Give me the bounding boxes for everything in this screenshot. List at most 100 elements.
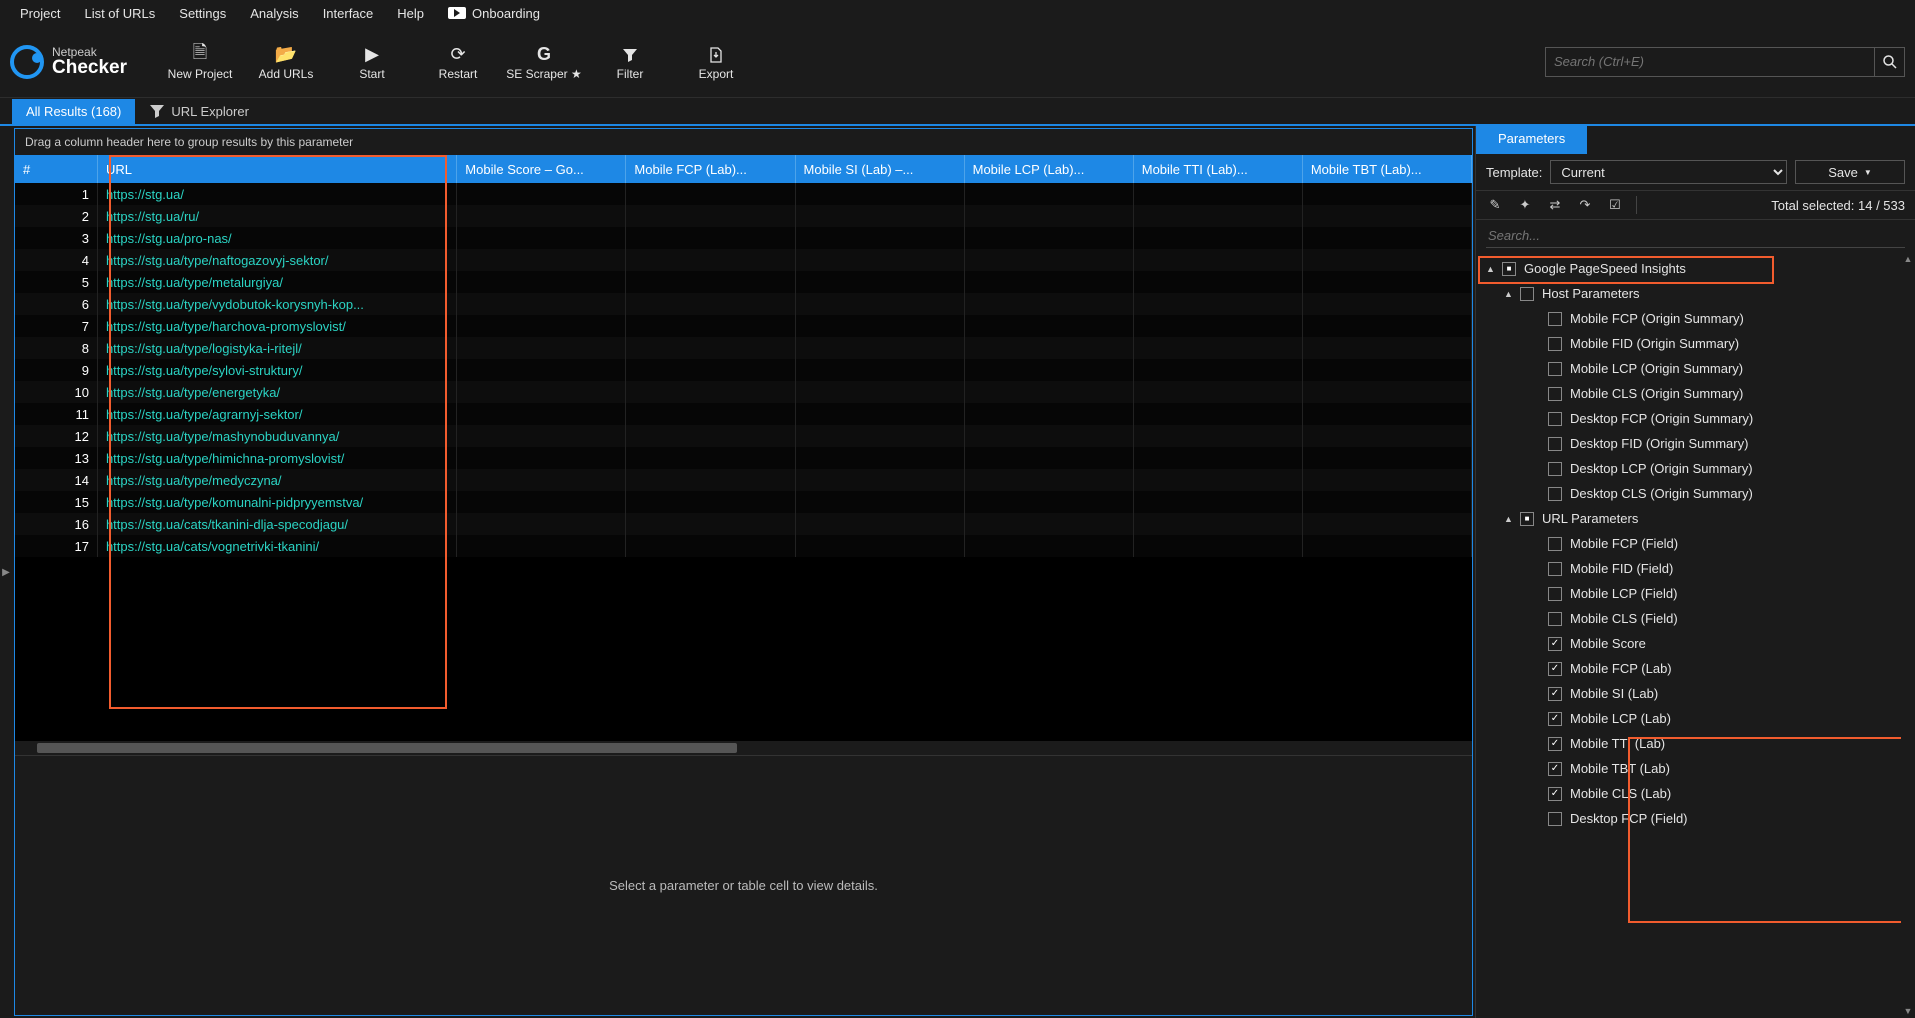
- tree-url-lab-5[interactable]: Mobile TBT (Lab): [1476, 756, 1913, 781]
- url-link[interactable]: https://stg.ua/pro-nas/: [106, 231, 232, 246]
- row-url-cell[interactable]: https://stg.ua/type/komunalni-pidpryyems…: [97, 491, 456, 513]
- parameter-search-input[interactable]: [1486, 224, 1905, 248]
- tab-parameters[interactable]: Parameters: [1476, 126, 1587, 154]
- url-link[interactable]: https://stg.ua/type/agrarnyj-sektor/: [106, 407, 303, 422]
- tree-url-lab-1[interactable]: Mobile FCP (Lab): [1476, 656, 1913, 681]
- table-row[interactable]: 10https://stg.ua/type/energetyka/: [15, 381, 1472, 403]
- checkbox[interactable]: [1548, 387, 1562, 401]
- checkbox[interactable]: [1548, 762, 1562, 776]
- row-url-cell[interactable]: https://stg.ua/type/logistyka-i-ritejl/: [97, 337, 456, 359]
- table-row[interactable]: 8https://stg.ua/type/logistyka-i-ritejl/: [15, 337, 1472, 359]
- add-urls-button[interactable]: 📂Add URLs: [243, 32, 329, 92]
- checkbox[interactable]: [1548, 562, 1562, 576]
- url-link[interactable]: https://stg.ua/cats/vognetrivki-tkanini/: [106, 539, 319, 554]
- new-project-button[interactable]: 🗎New Project: [157, 32, 243, 92]
- search-input[interactable]: [1545, 47, 1875, 77]
- checkbox[interactable]: [1548, 812, 1562, 826]
- tree-url-lab-3[interactable]: Mobile LCP (Lab): [1476, 706, 1913, 731]
- table-row[interactable]: 16https://stg.ua/cats/tkanini-dlja-speco…: [15, 513, 1472, 535]
- tree-host-item-6[interactable]: Desktop LCP (Origin Summary): [1476, 456, 1913, 481]
- checkbox[interactable]: [1548, 787, 1562, 801]
- tree-url-lab-2[interactable]: Mobile SI (Lab): [1476, 681, 1913, 706]
- checkbox[interactable]: [1548, 662, 1562, 676]
- shuffle-icon[interactable]: ✦: [1516, 197, 1534, 213]
- url-link[interactable]: https://stg.ua/type/mashynobuduvannya/: [106, 429, 339, 444]
- template-select[interactable]: Current: [1550, 160, 1787, 184]
- col-url[interactable]: URL: [97, 155, 456, 183]
- checkbox[interactable]: [1548, 412, 1562, 426]
- checkbox[interactable]: [1548, 362, 1562, 376]
- search-button[interactable]: [1875, 47, 1905, 77]
- col-mobile-lcp[interactable]: Mobile LCP (Lab)...: [964, 155, 1133, 183]
- row-url-cell[interactable]: https://stg.ua/type/energetyka/: [97, 381, 456, 403]
- table-row[interactable]: 6https://stg.ua/type/vydobutok-korysnyh-…: [15, 293, 1472, 315]
- url-link[interactable]: https://stg.ua/: [106, 187, 184, 202]
- tree-url-field-2[interactable]: Mobile LCP (Field): [1476, 581, 1913, 606]
- col-mobile-si[interactable]: Mobile SI (Lab) –...: [795, 155, 964, 183]
- row-url-cell[interactable]: https://stg.ua/type/metalurgiya/: [97, 271, 456, 293]
- checkbox[interactable]: [1520, 512, 1534, 526]
- row-url-cell[interactable]: https://stg.ua/type/mashynobuduvannya/: [97, 425, 456, 447]
- filter-button[interactable]: Filter: [587, 32, 673, 92]
- restart-button[interactable]: ⟳Restart: [415, 32, 501, 92]
- url-link[interactable]: https://stg.ua/type/sylovi-struktury/: [106, 363, 303, 378]
- table-row[interactable]: 2https://stg.ua/ru/: [15, 205, 1472, 227]
- left-expand-handle[interactable]: ▶: [0, 126, 12, 1018]
- table-row[interactable]: 7https://stg.ua/type/harchova-promyslovi…: [15, 315, 1472, 337]
- table-row[interactable]: 13https://stg.ua/type/himichna-promyslov…: [15, 447, 1472, 469]
- url-link[interactable]: https://stg.ua/type/metalurgiya/: [106, 275, 283, 290]
- menu-project[interactable]: Project: [8, 3, 72, 24]
- save-template-button[interactable]: Save▼: [1795, 160, 1905, 184]
- menu-interface[interactable]: Interface: [311, 3, 386, 24]
- col-mobile-tbt[interactable]: Mobile TBT (Lab)...: [1302, 155, 1471, 183]
- tree-host-item-3[interactable]: Mobile CLS (Origin Summary): [1476, 381, 1913, 406]
- tree-url-lab-4[interactable]: Mobile TTI (Lab): [1476, 731, 1913, 756]
- se-scraper-button[interactable]: GSE Scraper ★: [501, 32, 587, 92]
- tree-url-field-3[interactable]: Mobile CLS (Field): [1476, 606, 1913, 631]
- swap-icon[interactable]: ⇄: [1546, 197, 1564, 213]
- row-url-cell[interactable]: https://stg.ua/type/harchova-promyslovis…: [97, 315, 456, 337]
- tree-scrollbar[interactable]: ▲▼: [1901, 252, 1915, 1018]
- checkbox[interactable]: [1548, 737, 1562, 751]
- checkbox[interactable]: [1548, 462, 1562, 476]
- start-button[interactable]: ▶Start: [329, 32, 415, 92]
- menu-analysis[interactable]: Analysis: [238, 3, 310, 24]
- url-link[interactable]: https://stg.ua/type/logistyka-i-ritejl/: [106, 341, 302, 356]
- tab-all-results[interactable]: All Results (168): [12, 99, 135, 124]
- menu-help[interactable]: Help: [385, 3, 436, 24]
- tree-host-item-1[interactable]: Mobile FID (Origin Summary): [1476, 331, 1913, 356]
- checkbox[interactable]: [1548, 487, 1562, 501]
- menu-settings[interactable]: Settings: [167, 3, 238, 24]
- tree-host-item-7[interactable]: Desktop CLS (Origin Summary): [1476, 481, 1913, 506]
- table-row[interactable]: 9https://stg.ua/type/sylovi-struktury/: [15, 359, 1472, 381]
- tree-url-parameters[interactable]: ▲URL Parameters: [1476, 506, 1913, 531]
- checkbox[interactable]: [1502, 262, 1516, 276]
- grid-horizontal-scrollbar[interactable]: [15, 741, 1472, 755]
- tree-url-field-1[interactable]: Mobile FID (Field): [1476, 556, 1913, 581]
- checkbox[interactable]: [1520, 287, 1534, 301]
- url-link[interactable]: https://stg.ua/type/himichna-promyslovis…: [106, 451, 344, 466]
- row-url-cell[interactable]: https://stg.ua/cats/tkanini-dlja-specodj…: [97, 513, 456, 535]
- tree-url-field-0[interactable]: Mobile FCP (Field): [1476, 531, 1913, 556]
- row-url-cell[interactable]: https://stg.ua/cats/vognetrivki-tkanini/: [97, 535, 456, 557]
- row-url-cell[interactable]: https://stg.ua/type/himichna-promyslovis…: [97, 447, 456, 469]
- group-by-bar[interactable]: Drag a column header here to group resul…: [15, 129, 1472, 155]
- table-row[interactable]: 15https://stg.ua/type/komunalni-pidpryye…: [15, 491, 1472, 513]
- menu-onboarding[interactable]: Onboarding: [436, 3, 552, 24]
- eraser-icon[interactable]: ✎: [1486, 197, 1504, 213]
- tree-host-item-4[interactable]: Desktop FCP (Origin Summary): [1476, 406, 1913, 431]
- tree-google-psi[interactable]: ▲Google PageSpeed Insights: [1476, 256, 1913, 281]
- tree-url-lab-0[interactable]: Mobile Score: [1476, 631, 1913, 656]
- export-button[interactable]: Export: [673, 32, 759, 92]
- row-url-cell[interactable]: https://stg.ua/type/medyczyna/: [97, 469, 456, 491]
- url-link[interactable]: https://stg.ua/type/harchova-promyslovis…: [106, 319, 346, 334]
- url-link[interactable]: https://stg.ua/type/energetyka/: [106, 385, 280, 400]
- col-number[interactable]: #: [15, 155, 97, 183]
- row-url-cell[interactable]: https://stg.ua/type/agrarnyj-sektor/: [97, 403, 456, 425]
- table-row[interactable]: 14https://stg.ua/type/medyczyna/: [15, 469, 1472, 491]
- tree-host-item-5[interactable]: Desktop FID (Origin Summary): [1476, 431, 1913, 456]
- tab-url-explorer[interactable]: URL Explorer: [135, 98, 263, 124]
- table-row[interactable]: 5https://stg.ua/type/metalurgiya/: [15, 271, 1472, 293]
- checkbox[interactable]: [1548, 587, 1562, 601]
- tree-host-item-0[interactable]: Mobile FCP (Origin Summary): [1476, 306, 1913, 331]
